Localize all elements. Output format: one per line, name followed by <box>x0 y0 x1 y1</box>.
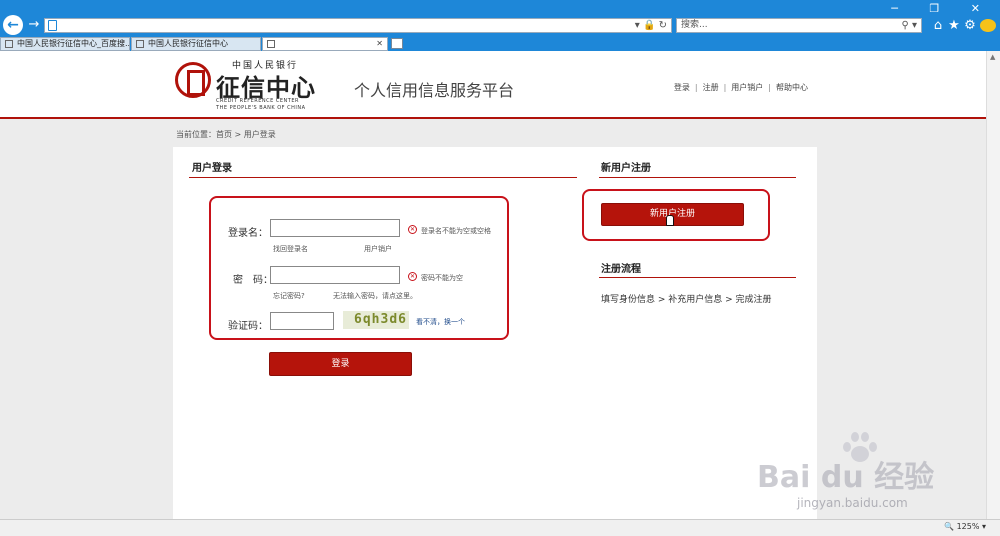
platform-title: 个人信用信息服务平台 <box>354 81 515 100</box>
tab-bar: 中国人民银行征信中心_百度搜... 中国人民银行征信中心 ✕ <box>0 36 1000 51</box>
forward-arrow-icon[interactable]: → <box>27 17 41 33</box>
divider <box>189 177 577 178</box>
search-input[interactable]: 搜索... ⚲ ▾ <box>676 18 922 33</box>
tab-active[interactable]: ✕ <box>262 37 388 51</box>
nav-cancel-account-link[interactable]: 用户销户 <box>731 83 763 92</box>
close-icon[interactable]: ✕ <box>376 38 383 50</box>
divider <box>599 177 796 178</box>
tab-favicon-icon <box>136 40 144 48</box>
window-controls[interactable]: ─ ❐ ✕ <box>891 2 994 15</box>
home-icon[interactable]: ⌂ <box>930 17 946 35</box>
top-nav: 登录 | 注册 | 用户销户 | 帮助中心 <box>673 83 808 92</box>
page: 中国人民银行 征信中心 CREDIT REFERENCE CENTER THE … <box>0 51 1000 519</box>
main-content: 用户登录 登录名： ✕ 登录名不能为空或空格 找回登录名 用户销户 密 码： ✕… <box>173 147 817 519</box>
logo-english-line2: THE PEOPLE'S BANK OF CHINA <box>216 105 306 111</box>
login-form-highlight <box>209 196 509 340</box>
login-button[interactable]: 登录 <box>269 352 412 376</box>
browser-toolbar: ⌂ ★ ⚙ <box>930 17 996 35</box>
browser-titlebar: ─ ❐ ✕ ← → ▾ 🔒 ↻ 搜索... ⚲ ▾ ⌂ ★ ⚙ <box>0 0 1000 36</box>
address-bar[interactable]: ▾ 🔒 ↻ <box>44 18 672 33</box>
status-bar: 🔍 125% ▾ <box>0 519 1000 536</box>
tab-baidu-search[interactable]: 中国人民银行征信中心_百度搜... <box>0 37 130 51</box>
login-section-title: 用户登录 <box>192 163 232 174</box>
zoom-level[interactable]: 🔍 125% ▾ <box>944 522 986 531</box>
divider <box>599 277 796 278</box>
back-arrow-icon[interactable]: ← <box>3 15 23 35</box>
vertical-scrollbar[interactable]: ▲ <box>986 51 1000 519</box>
logo-english-line1: CREDIT REFERENCE CENTER <box>216 98 299 104</box>
nav-register-link[interactable]: 注册 <box>703 83 719 92</box>
search-placeholder: 搜索... <box>681 20 708 30</box>
new-tab-button[interactable] <box>391 38 403 49</box>
breadcrumb: 当前位置：首页 > 用户登录 <box>176 130 276 139</box>
logo-seal-icon <box>175 62 211 98</box>
register-flow-title: 注册流程 <box>601 264 641 275</box>
tab-label: 中国人民银行征信中心_百度搜... <box>17 39 130 48</box>
address-bar-icons[interactable]: ▾ 🔒 ↻ <box>635 19 667 32</box>
gear-icon[interactable]: ⚙ <box>962 17 978 35</box>
nav-help-link[interactable]: 帮助中心 <box>776 83 808 92</box>
favorites-star-icon[interactable]: ★ <box>946 17 962 35</box>
search-icon[interactable]: ⚲ ▾ <box>901 19 917 32</box>
register-button-highlight <box>582 189 770 241</box>
feedback-smiley-icon[interactable] <box>980 19 996 32</box>
scroll-up-arrow-icon[interactable]: ▲ <box>990 53 995 61</box>
site-header: 中国人民银行 征信中心 CREDIT REFERENCE CENTER THE … <box>0 51 1000 119</box>
tab-label: 中国人民银行征信中心 <box>148 39 228 48</box>
register-flow-steps: 填写身份信息 > 补充用户信息 > 完成注册 <box>601 295 772 305</box>
tab-favicon-icon <box>5 40 13 48</box>
zoom-value: 125% <box>956 522 980 531</box>
nav-login-link[interactable]: 登录 <box>674 83 690 92</box>
page-icon <box>48 20 57 31</box>
register-section-title: 新用户注册 <box>601 163 651 174</box>
tab-credit-center[interactable]: 中国人民银行征信中心 <box>131 37 261 51</box>
tab-favicon-icon <box>267 40 275 48</box>
